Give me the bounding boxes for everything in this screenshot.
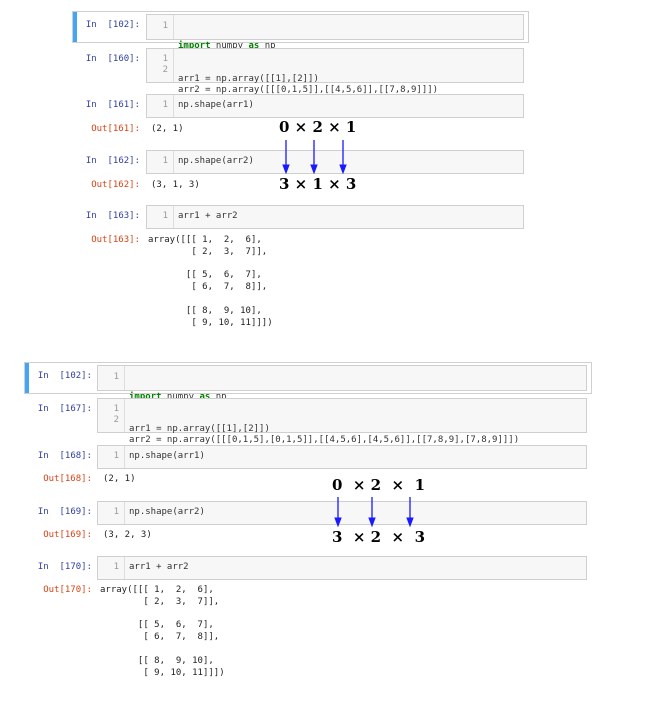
broadcast-arrows (334, 497, 414, 528)
notebook-2: In [102]: 1 import numpy as np In [167]:… (0, 0, 653, 710)
arrow-1 (334, 497, 342, 528)
arrow-3 (406, 497, 414, 528)
arrow-2 (368, 497, 376, 528)
